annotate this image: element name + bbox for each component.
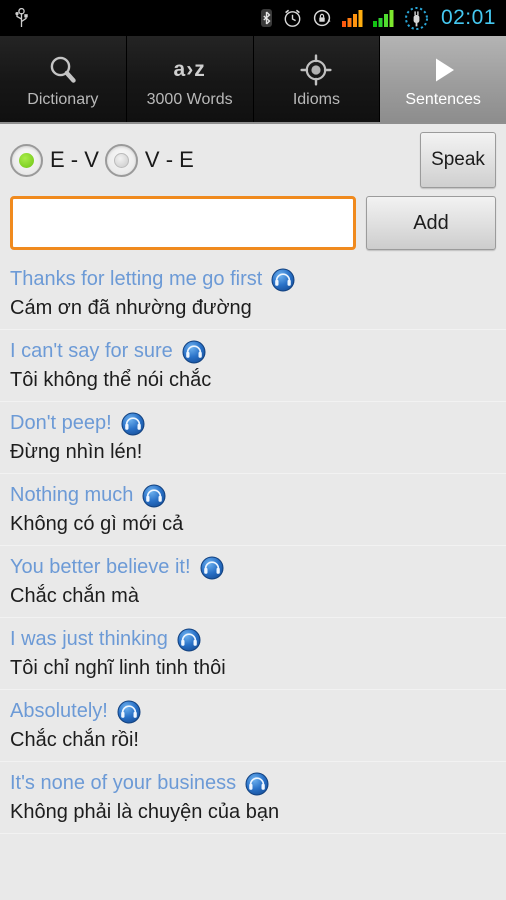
radio-e-v-label: E - V xyxy=(50,147,99,172)
alarm-clock-icon xyxy=(282,8,303,28)
radio-v-e-button[interactable] xyxy=(104,143,138,177)
tab-idioms[interactable]: Idioms xyxy=(253,36,381,122)
battery-charging-icon xyxy=(404,6,429,31)
sentence-english-text: I was just thinking xyxy=(10,628,168,650)
bluetooth-icon xyxy=(260,8,273,28)
sentence-vietnamese-text: Không có gì mới cả xyxy=(10,513,184,535)
usb-icon xyxy=(14,8,29,28)
sentence-list-item[interactable]: I was just thinking Tôi chỉ nghĩ linh ti… xyxy=(0,618,506,690)
speaker-headphone-icon[interactable] xyxy=(245,772,269,796)
tab-dictionary[interactable]: Dictionary xyxy=(0,36,127,122)
speaker-headphone-icon[interactable] xyxy=(271,268,295,292)
radio-e-v-button[interactable] xyxy=(10,143,43,177)
speaker-headphone-icon[interactable] xyxy=(117,700,141,724)
sentence-vietnamese-text: Tôi chỉ nghĩ linh tinh thôi xyxy=(10,657,226,679)
sentence-list-item[interactable]: Don't peep! Đừng nhìn lén! xyxy=(0,402,506,474)
tab-bar: Dictionary a›z 3000 Words Idioms Sentenc… xyxy=(0,36,506,124)
tab-sentences-label: Sentences xyxy=(405,90,481,108)
sentence-vietnamese-text: Chắc chắn rồi! xyxy=(10,729,139,751)
sentence-english-text: Absolutely! xyxy=(10,700,108,722)
direction-and-speak-row: E - V V - E Speak xyxy=(10,132,496,188)
speaker-headphone-icon[interactable] xyxy=(200,556,224,580)
sentence-english-row: Absolutely! xyxy=(10,699,496,724)
sentence-list-item[interactable]: You better believe it! Chắc chắn mà xyxy=(0,546,506,618)
app-root: 02:01 Dictionary a›z 3000 Words Idioms S… xyxy=(0,0,506,900)
sentence-english-text: You better believe it! xyxy=(10,556,191,578)
speaker-headphone-icon[interactable] xyxy=(177,628,201,652)
sentence-vietnamese-text: Không phải là chuyện của bạn xyxy=(10,801,280,823)
sentence-list-item[interactable]: Nothing much Không có gì mới cả xyxy=(0,474,506,546)
sentence-english-row: It's none of your business xyxy=(10,771,496,796)
sentence-list-item[interactable]: Thanks for letting me go first Cám ơn đã… xyxy=(0,258,506,330)
sentence-english-row: I was just thinking xyxy=(10,627,496,652)
play-triangle-icon xyxy=(426,51,460,89)
sentence-english-text: Nothing much xyxy=(10,484,134,506)
speaker-headphone-icon[interactable] xyxy=(142,484,166,508)
radio-option-e-v[interactable]: E - V xyxy=(10,143,105,177)
sentence-list: Thanks for letting me go first Cám ơn đã… xyxy=(0,258,506,900)
signal-bars-green-icon xyxy=(372,9,395,27)
tab-dictionary-label: Dictionary xyxy=(27,90,99,108)
sentence-english-text: It's none of your business xyxy=(10,772,237,794)
tab-3000-words[interactable]: a›z 3000 Words xyxy=(126,36,254,122)
tab-idioms-label: Idioms xyxy=(292,90,340,108)
sentence-english-row: Thanks for letting me go first xyxy=(10,267,496,292)
status-bar-clock: 02:01 xyxy=(440,6,496,29)
status-bar-left xyxy=(0,8,29,28)
sentence-vietnamese-text: Chắc chắn mà xyxy=(10,585,139,607)
sentence-english-text: Don't peep! xyxy=(10,412,112,434)
controls-panel: E - V V - E Speak Add xyxy=(0,124,506,258)
direction-radio-group: E - V V - E xyxy=(10,143,200,177)
tab-sentences[interactable]: Sentences xyxy=(380,36,506,122)
sentence-vietnamese-text: Tôi không thể nói chắc xyxy=(10,369,212,391)
a-to-z-icon: a›z xyxy=(174,51,206,89)
sentence-english-row: Don't peep! xyxy=(10,411,496,436)
rotation-lock-icon xyxy=(312,8,333,28)
radio-v-e-label: V - E xyxy=(144,147,194,172)
magnifier-icon xyxy=(46,51,80,89)
add-button[interactable]: Add xyxy=(366,196,496,250)
sentence-vietnamese-text: Đừng nhìn lén! xyxy=(10,441,143,463)
sentence-list-item[interactable]: Absolutely! Chắc chắn rồi! xyxy=(0,690,506,762)
sentence-search-input[interactable] xyxy=(10,196,356,250)
signal-bars-orange-icon xyxy=(341,9,364,27)
sentence-english-text: Thanks for letting me go first xyxy=(10,268,263,290)
status-bar: 02:01 xyxy=(0,0,506,36)
speaker-headphone-icon[interactable] xyxy=(182,340,206,364)
status-bar-right: 02:01 xyxy=(260,6,506,31)
sentence-english-row: Nothing much xyxy=(10,483,496,508)
radio-option-v-e[interactable]: V - E xyxy=(104,143,200,177)
crosshair-target-icon xyxy=(299,51,333,89)
sentence-english-text: I can't say for sure xyxy=(10,340,173,362)
a-to-z-icon-text: a›z xyxy=(173,57,206,81)
speaker-headphone-icon[interactable] xyxy=(121,412,145,436)
sentence-list-item[interactable]: I can't say for sure Tôi không thể nói c… xyxy=(0,330,506,402)
sentence-english-row: You better believe it! xyxy=(10,555,496,580)
sentence-list-item[interactable]: It's none of your business Không phải là… xyxy=(0,762,506,834)
speak-button[interactable]: Speak xyxy=(420,132,496,188)
sentence-english-row: I can't say for sure xyxy=(10,339,496,364)
sentence-vietnamese-text: Cám ơn đã nhường đường xyxy=(10,297,252,319)
input-and-add-row: Add xyxy=(10,194,496,258)
tab-3000-words-label: 3000 Words xyxy=(146,90,233,108)
